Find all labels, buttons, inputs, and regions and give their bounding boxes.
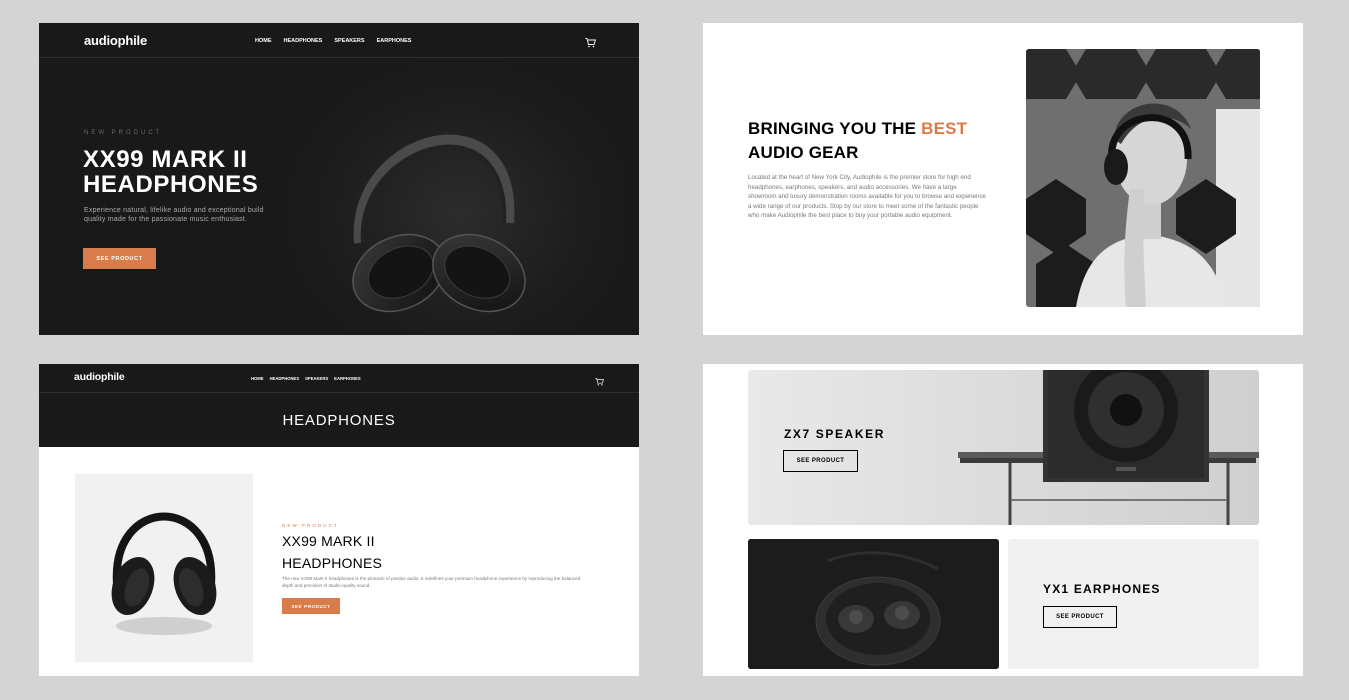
nav-headphones[interactable]: HEADPHONES [284, 38, 323, 44]
product-description: The new XX99 Mark II headphones is the p… [282, 576, 581, 588]
about-title: BRINGING YOU THE BEST AUDIO GEAR [748, 117, 1008, 165]
nav-divider [39, 57, 639, 58]
about-title-accent: BEST [921, 119, 968, 138]
hero-eyebrow: NEW PRODUCT [84, 130, 163, 136]
category-header: audiophile HOME HEADPHONES SPEAKERS EARP… [39, 364, 639, 447]
cart-icon[interactable] [595, 373, 604, 391]
product-eyebrow: NEW PRODUCT [282, 523, 339, 528]
zx7-title: ZX7 SPEAKER [784, 427, 885, 441]
nav-links: HOME HEADPHONES SPEAKERS EARPHONES [255, 38, 411, 44]
headphones-image [352, 134, 526, 313]
product-title: XX99 MARK II HEADPHONES [282, 533, 383, 571]
see-product-button[interactable]: SEE PRODUCT [282, 598, 340, 614]
top-navigation: audiophile HOME HEADPHONES SPEAKERS EARP… [39, 23, 639, 59]
about-title-pre: BRINGING YOU THE [748, 119, 922, 138]
logo[interactable]: audiophile [74, 371, 125, 383]
yx1-see-product-button[interactable]: SEE PRODUCT [1043, 606, 1117, 628]
about-title-post: AUDIO GEAR [748, 143, 859, 162]
yx1-title: YX1 EARPHONES [1043, 582, 1161, 596]
products-screenshot: ZX7 SPEAKER SEE PRODUCT YX1 EARPHONES SE… [703, 364, 1303, 676]
nav-speakers[interactable]: SPEAKERS [334, 38, 364, 44]
hero-title: XX99 MARK II HEADPHONES [83, 146, 259, 198]
about-screenshot: BRINGING YOU THE BEST AUDIO GEAR Located… [703, 23, 1303, 335]
yx1-earphones-image [748, 539, 999, 669]
product-image [75, 474, 253, 662]
nav-earphones[interactable]: EARPHONES [377, 38, 412, 44]
hero-description: Experience natural, lifelike audio and e… [84, 207, 264, 223]
logo[interactable]: audiophile [84, 33, 147, 48]
category-screenshot: audiophile HOME HEADPHONES SPEAKERS EARP… [39, 364, 639, 676]
nav-earphones[interactable]: EARPHONES [334, 376, 361, 381]
category-title: HEADPHONES [282, 412, 396, 429]
zx7-see-product-button[interactable]: SEE PRODUCT [783, 450, 858, 472]
speaker-image [958, 370, 1259, 525]
nav-headphones[interactable]: HEADPHONES [270, 376, 300, 381]
person-photo [1026, 49, 1260, 307]
nav-divider [39, 392, 639, 393]
see-product-button[interactable]: SEE PRODUCT [83, 248, 156, 269]
yx1-earphones-card: YX1 EARPHONES SEE PRODUCT [1008, 539, 1259, 669]
hero-screenshot: audiophile HOME HEADPHONES SPEAKERS EARP… [39, 23, 639, 335]
zx7-speaker-card: ZX7 SPEAKER SEE PRODUCT [748, 370, 1259, 525]
about-text: Located at the heart of New York City, A… [748, 174, 987, 219]
cart-icon[interactable] [585, 35, 597, 53]
nav-home[interactable]: HOME [255, 38, 272, 44]
nav-links: HOME HEADPHONES SPEAKERS EARPHONES [251, 376, 361, 381]
nav-speakers[interactable]: SPEAKERS [305, 376, 328, 381]
nav-home[interactable]: HOME [251, 376, 264, 381]
